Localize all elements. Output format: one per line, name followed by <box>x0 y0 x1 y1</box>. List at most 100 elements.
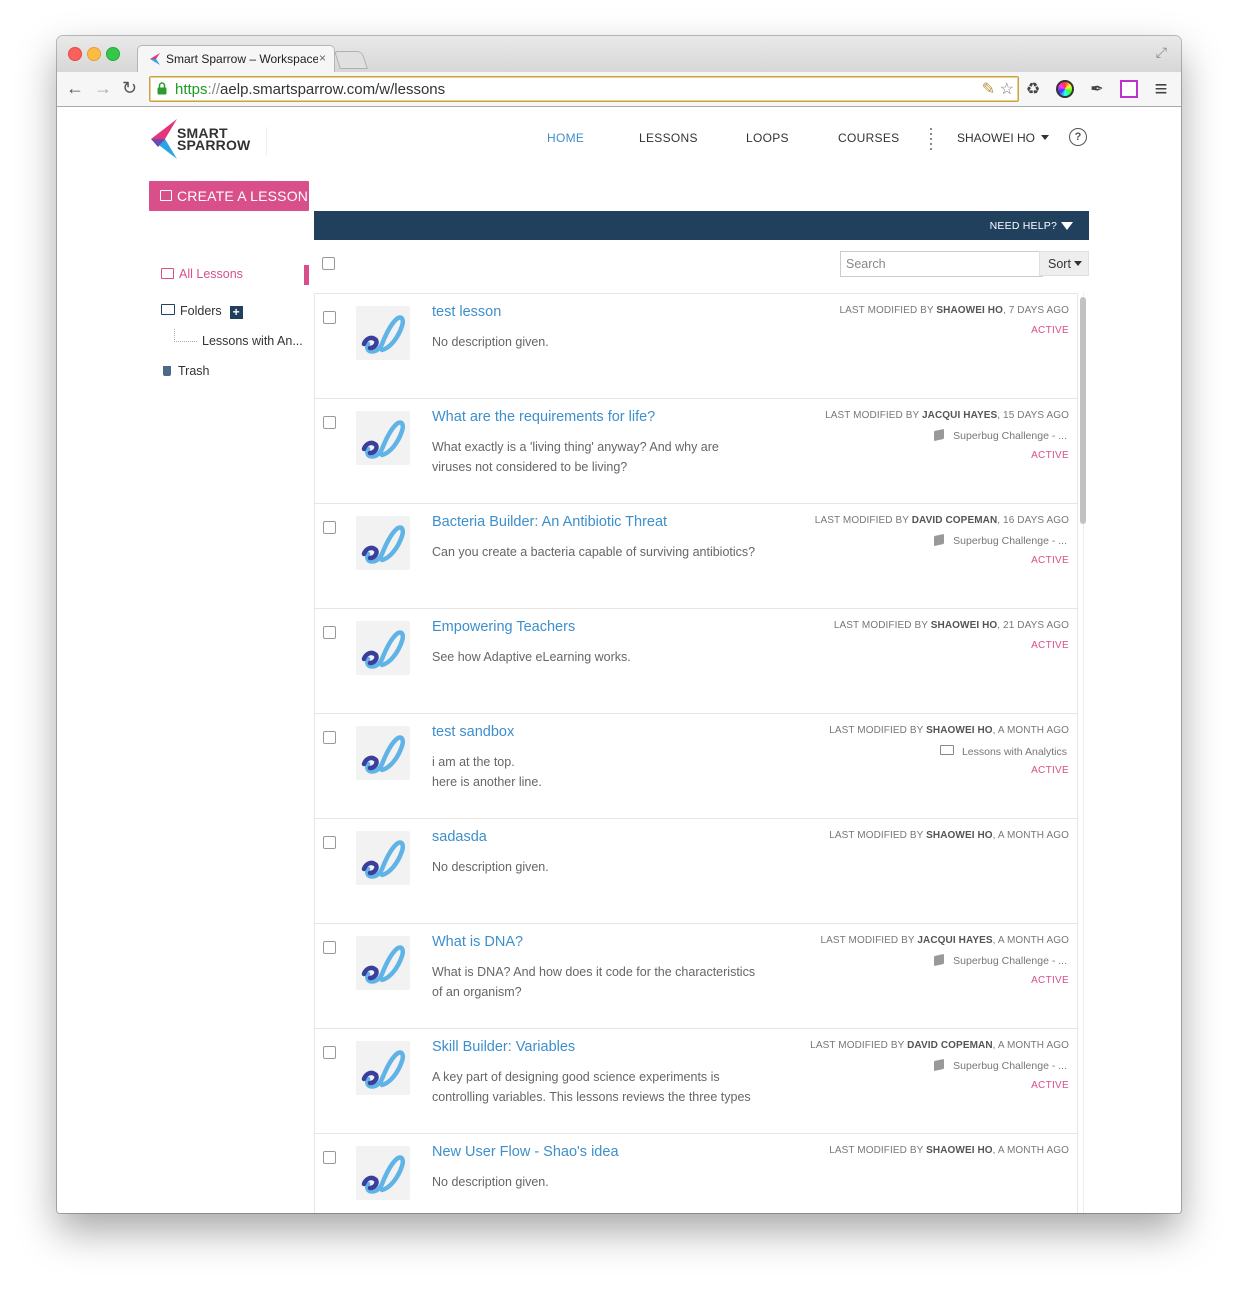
nav-courses[interactable]: COURSES <box>838 131 899 145</box>
lesson-checkbox[interactable] <box>323 521 336 534</box>
sidebar-item-trash[interactable]: Trash <box>163 364 210 378</box>
create-lesson-button[interactable]: CREATE A LESSON <box>149 181 309 211</box>
lesson-title[interactable]: Empowering Teachers <box>432 619 575 635</box>
lesson-checkbox[interactable] <box>323 416 336 429</box>
scrollbar-thumb[interactable] <box>1080 297 1086 524</box>
fullscreen-icon[interactable]: ⤢ <box>1156 44 1167 61</box>
reload-icon[interactable]: ↻ <box>122 78 137 98</box>
tree-connector <box>174 329 197 342</box>
lesson-description-line: What is DNA? And how does it code for th… <box>432 965 756 979</box>
eyedropper-extension-icon[interactable]: ✒ <box>1087 79 1107 99</box>
lesson-row[interactable]: Empowering Teachers See how Adaptive eLea… <box>315 608 1077 714</box>
sidebar-item-label: Folders <box>180 304 222 318</box>
lesson-row[interactable]: test lesson No description given. LAST MOD… <box>315 293 1077 399</box>
status-badge: ACTIVE <box>1031 975 1069 986</box>
lesson-thumbnail[interactable] <box>356 306 410 360</box>
tab-close-icon[interactable]: × <box>319 51 326 65</box>
nav-home[interactable]: HOME <box>547 131 584 145</box>
omnibox-icons: ✎ ☆ <box>982 79 1014 99</box>
lesson-title[interactable]: Skill Builder: Variables <box>432 1039 575 1055</box>
lesson-logo-icon <box>361 1050 406 1089</box>
sidebar-item-folders[interactable]: Folders + <box>161 304 243 319</box>
lesson-row[interactable]: What are the requirements for life? What … <box>315 398 1077 504</box>
lesson-checkbox[interactable] <box>323 1151 336 1164</box>
lesson-checkbox[interactable] <box>323 311 336 324</box>
lesson-row[interactable]: What is DNA? What is DNA? And how does it… <box>315 923 1077 1029</box>
lesson-checkbox[interactable] <box>323 731 336 744</box>
course-cube-icon <box>934 953 945 967</box>
lesson-title[interactable]: test lesson <box>432 304 501 320</box>
bookmark-star-icon[interactable]: ☆ <box>1000 81 1014 98</box>
lesson-location[interactable]: Lessons with Analytics <box>939 745 1067 758</box>
nav-lessons[interactable]: LESSONS <box>639 131 698 145</box>
lesson-description-line: No description given. <box>432 860 549 874</box>
browser-window: Smart Sparrow – Workspace × ⤢ ← → ↻ http… <box>57 36 1181 1213</box>
lesson-checkbox[interactable] <box>323 836 336 849</box>
lesson-description: See how Adaptive eLearning works. <box>432 647 772 667</box>
lesson-title[interactable]: test sandbox <box>432 724 514 740</box>
lesson-location[interactable]: Superbug Challenge - ... <box>934 1058 1067 1072</box>
zoom-window-button[interactable] <box>106 47 120 61</box>
list-scrollbar[interactable] <box>1080 293 1088 1213</box>
lesson-title[interactable]: Bacteria Builder: An Antibiotic Threat <box>432 514 667 530</box>
lesson-thumbnail[interactable] <box>356 726 410 780</box>
lesson-checkbox[interactable] <box>323 941 336 954</box>
new-tab-button[interactable] <box>334 51 368 69</box>
color-extension-icon[interactable] <box>1055 79 1075 99</box>
lesson-checkbox[interactable] <box>323 626 336 639</box>
lesson-checkbox[interactable] <box>323 1046 336 1059</box>
status-badge: ACTIVE <box>1031 1080 1069 1091</box>
close-window-button[interactable] <box>68 47 82 61</box>
lesson-description-line: A key part of designing good science exp… <box>432 1070 720 1084</box>
lesson-row[interactable]: New User Flow - Shao's idea No descriptio… <box>315 1133 1077 1213</box>
need-help-toggle[interactable]: NEED HELP? <box>990 220 1073 232</box>
lesson-row[interactable]: test sandbox i am at the top. here is anot… <box>315 713 1077 819</box>
last-modified-time: , A MONTH AGO <box>992 935 1069 946</box>
lesson-title[interactable]: sadasda <box>432 829 487 845</box>
address-bar[interactable]: https://aelp.smartsparrow.com/w/lessons … <box>149 76 1019 102</box>
lesson-thumbnail[interactable] <box>356 1146 410 1200</box>
folder-icon <box>939 745 954 755</box>
lesson-last-modified: LAST MODIFIED BY SHAOWEI HO, A MONTH AGO <box>829 830 1069 841</box>
back-icon[interactable]: ← <box>66 78 84 98</box>
ruler-extension-icon[interactable] <box>1119 79 1139 99</box>
lesson-thumbnail[interactable] <box>356 411 410 465</box>
help-icon[interactable]: ? <box>1069 128 1087 146</box>
lesson-description-line: No description given. <box>432 335 549 349</box>
search-input[interactable] <box>840 251 1043 277</box>
browser-tab[interactable]: Smart Sparrow – Workspace × <box>137 45 335 73</box>
minimize-window-button[interactable] <box>87 47 101 61</box>
status-badge: ACTIVE <box>1031 450 1069 461</box>
lesson-thumbnail[interactable] <box>356 936 410 990</box>
lesson-title[interactable]: What is DNA? <box>432 934 523 950</box>
lesson-location[interactable]: Superbug Challenge - ... <box>934 533 1067 547</box>
browser-menu-icon[interactable]: ≡ <box>1151 76 1171 101</box>
lesson-location[interactable]: Superbug Challenge - ... <box>934 953 1067 967</box>
lesson-thumbnail[interactable] <box>356 516 410 570</box>
sidebar-item-subfolder[interactable]: Lessons with An... <box>202 334 303 348</box>
smart-sparrow-logo[interactable]: SMART SPARROW <box>149 117 259 165</box>
lesson-thumbnail[interactable] <box>356 831 410 885</box>
add-folder-button[interactable]: + <box>229 306 243 319</box>
lesson-thumbnail[interactable] <box>356 621 410 675</box>
lesson-row[interactable]: Skill Builder: Variables A key part of de… <box>315 1028 1077 1134</box>
last-modified-prefix: LAST MODIFIED BY <box>833 620 931 631</box>
select-all-checkbox[interactable] <box>322 257 335 270</box>
lesson-description: No description given. <box>432 857 772 877</box>
sort-button[interactable]: Sort <box>1039 251 1089 276</box>
forward-icon[interactable]: → <box>94 78 112 98</box>
page-action-icon[interactable]: ✎ <box>982 81 995 98</box>
nav-loops[interactable]: LOOPS <box>746 131 789 145</box>
user-menu[interactable]: SHAOWEI HO <box>957 131 1050 145</box>
lesson-row[interactable]: sadasda No description given. LAST MODIFIE… <box>315 818 1077 924</box>
sidebar-item-all-lessons[interactable]: All Lessons <box>161 267 243 281</box>
lesson-last-modified: LAST MODIFIED BY SHAOWEI HO, 7 DAYS AGO <box>839 305 1069 316</box>
extension-icons: ♻ ✒ ≡ <box>1023 76 1171 101</box>
lesson-thumbnail[interactable] <box>356 1041 410 1095</box>
lesson-title[interactable]: New User Flow - Shao's idea <box>432 1144 619 1160</box>
lesson-title[interactable]: What are the requirements for life? <box>432 409 655 425</box>
lesson-location[interactable]: Superbug Challenge - ... <box>934 428 1067 442</box>
last-modified-author: SHAOWEI HO <box>926 725 993 736</box>
recycle-extension-icon[interactable]: ♻ <box>1023 79 1043 99</box>
lesson-row[interactable]: Bacteria Builder: An Antibiotic Threat Ca… <box>315 503 1077 609</box>
